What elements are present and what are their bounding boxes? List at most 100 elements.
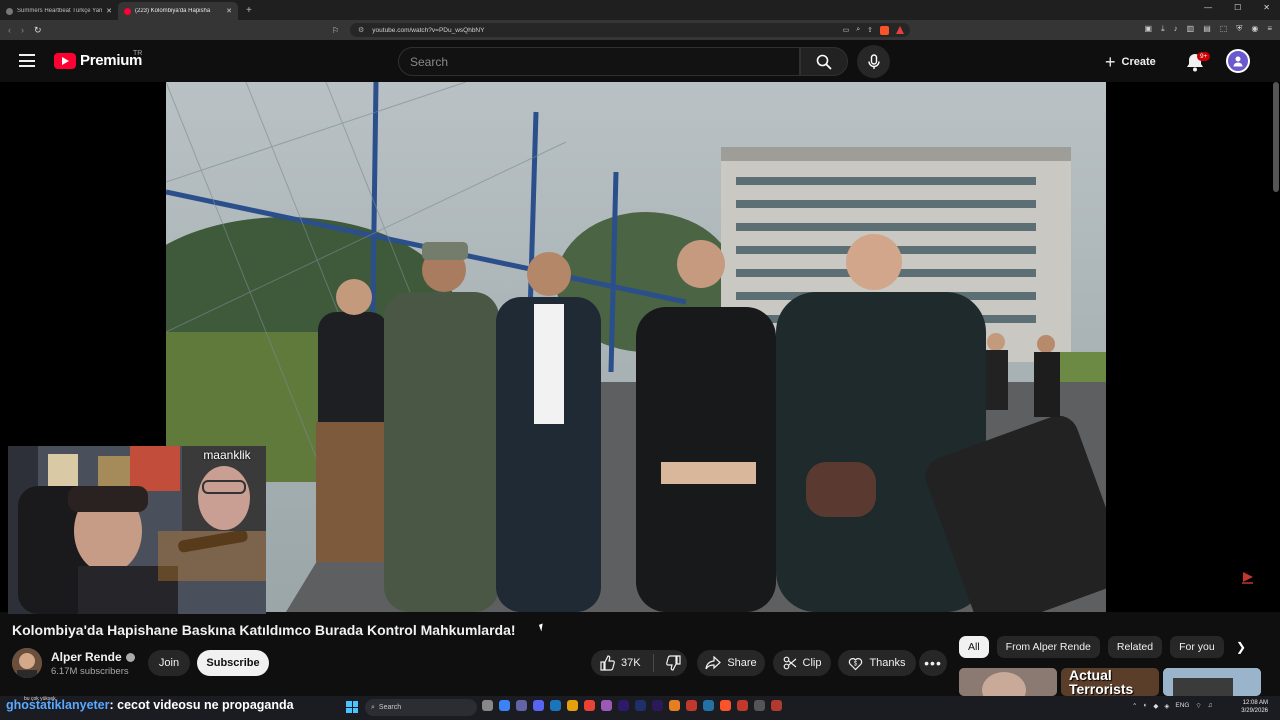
subscriber-count: 6.17M subscribers <box>51 666 129 677</box>
blender-icon[interactable] <box>669 700 680 711</box>
chip-all[interactable]: All <box>959 636 989 658</box>
brave-shield-icon[interactable] <box>880 25 889 35</box>
address-bar[interactable]: ⚐ ⚙ youtube.com/watch?v=PDu_wsQhbNY ▭ ⌕ … <box>332 23 910 37</box>
channel-avatar-image <box>12 648 42 678</box>
join-button[interactable]: Join <box>148 650 190 676</box>
bookmark-icon[interactable]: ⚐ <box>332 26 339 35</box>
clock-time: 12:08 AM <box>1242 700 1268 706</box>
dislike-icon[interactable] <box>665 655 682 671</box>
vpn-icon[interactable]: ⛨ <box>1236 24 1242 34</box>
zoom-icon[interactable]: ⌕ <box>856 26 860 35</box>
brave-icon[interactable] <box>720 700 731 711</box>
recommended-video-thumbnail[interactable] <box>959 668 1057 696</box>
teams-icon[interactable] <box>516 700 527 711</box>
browser-tab[interactable]: Summers Heartbeat Türkçe Yama | C ✕ <box>0 2 118 20</box>
forward-icon[interactable]: › <box>21 25 24 36</box>
like-icon[interactable] <box>599 655 615 671</box>
premiere-icon[interactable] <box>618 700 629 711</box>
channel-watermark-icon[interactable] <box>1240 570 1254 584</box>
like-count[interactable]: 37K <box>621 657 641 669</box>
scissors-icon <box>783 656 796 670</box>
app-icon[interactable] <box>754 700 765 711</box>
recommended-video-thumbnail[interactable] <box>1163 668 1261 696</box>
youtube-favicon-icon <box>124 7 131 15</box>
wallet-icon[interactable]: ▤ <box>1203 24 1211 34</box>
maximize-icon[interactable]: ☐ <box>1234 3 1241 12</box>
after-effects-icon[interactable] <box>652 700 663 711</box>
minimize-icon[interactable]: — <box>1204 3 1212 12</box>
nav-buttons: ‹ › ↻ <box>8 25 42 36</box>
close-window-icon[interactable]: ✕ <box>1263 3 1270 12</box>
obs-icon[interactable] <box>601 700 612 711</box>
youtube-logo[interactable]: Premium <box>54 52 142 69</box>
cast-icon[interactable]: ▭ <box>843 26 850 35</box>
steam-active-icon[interactable] <box>703 700 714 711</box>
create-button[interactable]: + Create <box>1105 49 1171 75</box>
media-icon[interactable]: ▣ <box>1145 24 1153 34</box>
search-input[interactable] <box>399 48 799 75</box>
chevron-right-icon[interactable]: ❯ <box>1236 640 1246 654</box>
share-page-icon[interactable]: ⇪ <box>867 26 873 35</box>
channel-avatar[interactable] <box>12 648 42 678</box>
profile-icon[interactable]: ◉ <box>1251 24 1258 34</box>
recommended-thumbnails: Actual Terrorists <box>959 668 1261 696</box>
browser-toolbar: ‹ › ↻ ⚐ ⚙ youtube.com/watch?v=PDu_wsQhbN… <box>0 20 1280 40</box>
account-avatar[interactable] <box>1226 49 1250 73</box>
taskbar-clock[interactable]: 12:08 AM 3/29/2026 <box>1228 699 1268 715</box>
more-actions-button[interactable]: ••• <box>919 650 947 676</box>
media-encoder-icon[interactable] <box>635 700 646 711</box>
language-indicator[interactable]: ENG <box>1175 702 1189 709</box>
verified-icon <box>125 652 135 662</box>
subscribe-button[interactable]: Subscribe <box>197 650 269 676</box>
share-button[interactable]: Share <box>697 650 765 676</box>
chip-from-channel[interactable]: From Alper Rende <box>996 636 1100 658</box>
clip-button[interactable]: Clip <box>773 650 831 676</box>
edge-icon[interactable] <box>499 700 510 711</box>
like-dislike-group: 37K <box>591 650 687 676</box>
task-view-icon[interactable] <box>482 700 493 711</box>
browser-tab-strip: Summers Heartbeat Türkçe Yama | C ✕ (223… <box>0 0 1280 20</box>
extension-icon[interactable]: ⬚ <box>1220 24 1228 34</box>
app-icon[interactable] <box>686 700 697 711</box>
menu-icon[interactable] <box>19 54 35 67</box>
create-label: Create <box>1121 56 1156 68</box>
close-tab-icon[interactable]: ✕ <box>106 7 112 15</box>
windows-start-icon[interactable] <box>346 701 358 713</box>
volume-icon[interactable]: ♫ <box>1208 702 1213 709</box>
chip-for-you[interactable]: For you <box>1170 636 1224 658</box>
close-tab-icon[interactable]: ✕ <box>226 7 232 15</box>
explorer-icon[interactable] <box>567 700 578 711</box>
discord-icon[interactable] <box>533 700 544 711</box>
search-field[interactable] <box>398 47 800 76</box>
site-info-icon[interactable]: ⚙ <box>358 26 364 34</box>
brave-rewards-icon[interactable] <box>896 25 904 34</box>
search-button[interactable] <box>800 47 848 76</box>
tray-app-icon[interactable]: ◐ <box>1143 702 1147 709</box>
chrome-icon[interactable] <box>584 700 595 711</box>
reload-icon[interactable]: ↻ <box>34 25 42 36</box>
tray-chevron-icon[interactable]: ⌃ <box>1132 702 1137 710</box>
recommended-video-thumbnail[interactable]: Actual Terrorists <box>1061 668 1159 696</box>
plus-icon: + <box>1105 52 1116 72</box>
channel-name[interactable]: Alper Rende <box>51 650 135 664</box>
download-icon[interactable]: ⤓ <box>1161 24 1165 34</box>
taskbar-search[interactable]: ⌕ Search <box>365 699 477 716</box>
new-tab-icon[interactable]: + <box>246 5 252 16</box>
thanks-button[interactable]: $ Thanks <box>838 650 916 676</box>
super-thanks-icon: $ <box>849 657 863 670</box>
voice-search-button[interactable] <box>857 45 890 78</box>
menu-icon[interactable]: ≡ <box>1267 24 1272 34</box>
opera-icon[interactable] <box>737 700 748 711</box>
tray-app-icon[interactable]: ◈ <box>1164 702 1169 710</box>
sidebar-icon[interactable]: ▥ <box>1187 24 1195 34</box>
network-icon[interactable]: ⌔ <box>1195 701 1201 710</box>
music-icon[interactable]: ♪ <box>1174 24 1178 34</box>
tray-app-icon[interactable]: ◆ <box>1153 702 1158 710</box>
video-player[interactable] <box>166 82 1106 612</box>
back-icon[interactable]: ‹ <box>8 25 11 36</box>
steam-icon[interactable] <box>550 700 561 711</box>
browser-tab-active[interactable]: (223) Kolombiya'da Hapisha ✕ <box>118 2 238 20</box>
page-scrollbar[interactable] <box>1273 82 1279 192</box>
recording-app-icon[interactable] <box>771 700 782 711</box>
chip-related[interactable]: Related <box>1107 636 1163 658</box>
